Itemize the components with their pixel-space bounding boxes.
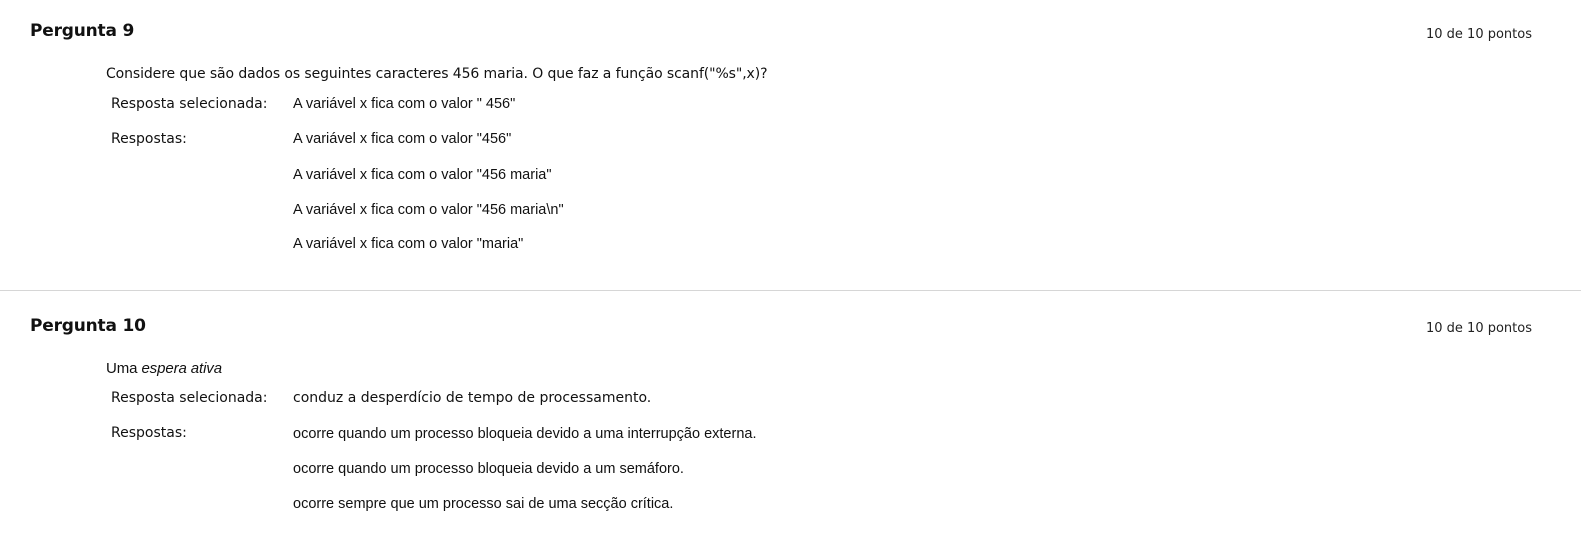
answers-label: Respostas: (111, 425, 187, 441)
question-text-emphasis: espera ativa (141, 360, 222, 377)
question-score: 10 de 10 pontos (1426, 321, 1532, 336)
answer-option: ocorre quando um processo bloqueia devid… (293, 426, 757, 442)
question-title: Pergunta 9 (30, 21, 135, 41)
question-title: Pergunta 10 (30, 316, 146, 336)
question-text: Uma espera ativa (106, 360, 222, 377)
question-9: Pergunta 9 10 de 10 pontos Considere que… (0, 0, 1581, 290)
answer-option: ocorre quando um processo bloqueia devid… (293, 461, 684, 477)
answer-option: A variável x fica com o valor "456" (293, 131, 512, 147)
answers-label: Respostas: (111, 131, 187, 147)
selected-answer: conduz a desperdício de tempo de process… (293, 390, 652, 406)
question-text-prefix: Uma (106, 360, 142, 377)
selected-answer-label: Resposta selecionada: (111, 390, 268, 406)
selected-answer: A variável x fica com o valor " 456" (293, 96, 516, 112)
answer-option: ocorre sempre que um processo sai de uma… (293, 496, 674, 512)
question-text: Considere que são dados os seguintes car… (106, 66, 768, 82)
answer-option: A variável x fica com o valor "maria" (293, 236, 524, 252)
answer-option: A variável x fica com o valor "456 maria… (293, 202, 564, 218)
answer-option: A variável x fica com o valor "456 maria… (293, 167, 552, 183)
question-10: Pergunta 10 10 de 10 pontos Uma espera a… (0, 291, 1581, 538)
selected-answer-label: Resposta selecionada: (111, 96, 268, 112)
question-score: 10 de 10 pontos (1426, 27, 1532, 42)
